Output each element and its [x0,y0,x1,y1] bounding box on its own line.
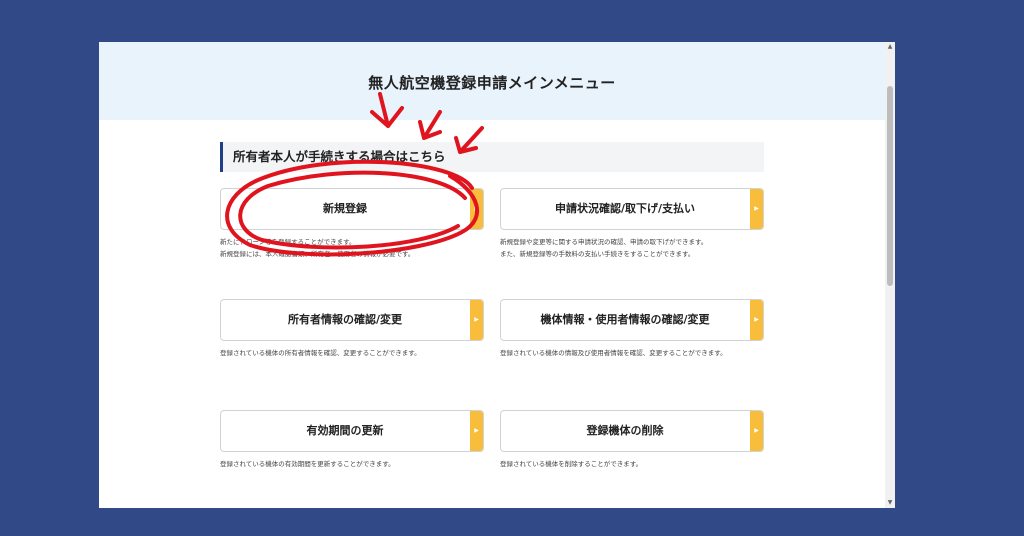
arrow-right-icon: ▶ [750,189,763,229]
arrow-right-icon: ▶ [750,411,763,451]
card-label: 登録機体の削除 [586,424,664,437]
arrow-right-icon: ▶ [470,189,483,229]
card-label: 申請状況確認/取下げ/支払い [554,202,696,215]
desc-line: 登録されている機体の情報及び使用者情報を確認、変更することができます。 [500,349,727,357]
new-registration-button[interactable]: 新規登録 ▶ [220,188,484,230]
vertical-scrollbar[interactable]: ▲ ▼ [885,42,895,508]
scroll-down-icon[interactable]: ▼ [885,498,895,508]
owner-info-description: 登録されている機体の所有者情報を確認、変更することができます。 [220,347,520,359]
scroll-up-icon[interactable]: ▲ [885,42,895,52]
card-label: 新規登録 [323,202,367,215]
desc-line: 新規登録や変更等に関する申請状況の確認、申請の取下げができます。 [500,238,708,246]
delete-aircraft-button[interactable]: 登録機体の削除 ▶ [500,410,764,452]
desc-line: 新規登録には、本人確認書類、所有者・使用者の情報が必要です。 [220,250,415,258]
card-label: 所有者情報の確認/変更 [287,313,403,326]
desc-line: 登録されている機体の有効期間を更新することができます。 [220,460,395,468]
desc-line: 登録されている機体の所有者情報を確認、変更することができます。 [220,349,421,357]
section-heading: 所有者本人が手続きする場合はこちら [220,142,764,172]
desc-line: 登録されている機体を削除することができます。 [500,460,643,468]
desc-line: 新たにドローン等を登録することができます。 [220,238,356,246]
new-registration-description: 新たにドローン等を登録することができます。 新規登録には、本人確認書類、所有者・… [220,236,520,260]
aircraft-user-info-button[interactable]: 機体情報・使用者情報の確認/変更 ▶ [500,299,764,341]
renewal-description: 登録されている機体の有効期間を更新することができます。 [220,458,520,470]
arrow-right-icon: ▶ [470,411,483,451]
header-band: 無人航空機登録申請メインメニュー [99,42,885,120]
aircraft-user-info-description: 登録されている機体の情報及び使用者情報を確認、変更することができます。 [500,347,800,359]
card-label: 有効期間の更新 [306,424,384,437]
desc-line: また、新規登録等の手数料の支払い手続きをすることができます。 [500,250,695,258]
page-title: 無人航空機登録申請メインメニュー [368,74,616,92]
owner-info-button[interactable]: 所有者情報の確認/変更 ▶ [220,299,484,341]
card-label: 機体情報・使用者情報の確認/変更 [540,313,710,326]
renewal-button[interactable]: 有効期間の更新 ▶ [220,410,484,452]
arrow-right-icon: ▶ [470,300,483,340]
application-status-description: 新規登録や変更等に関する申請状況の確認、申請の取下げができます。 また、新規登録… [500,236,800,260]
arrow-right-icon: ▶ [750,300,763,340]
delete-aircraft-description: 登録されている機体を削除することができます。 [500,458,800,470]
browser-window: 無人航空機登録申請メインメニュー 所有者本人が手続きする場合はこちら 新規登録 … [99,42,895,508]
application-status-button[interactable]: 申請状況確認/取下げ/支払い ▶ [500,188,764,230]
scroll-thumb[interactable] [887,86,893,286]
